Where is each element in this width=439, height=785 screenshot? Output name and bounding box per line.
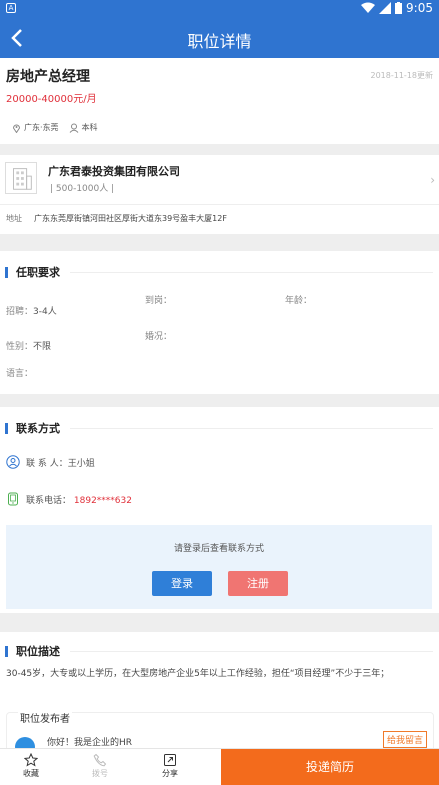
status-bar: A 9:05 bbox=[0, 0, 439, 18]
phone-label: 联系电话： bbox=[26, 495, 72, 506]
age-label: 年龄： bbox=[285, 296, 313, 306]
wifi-icon bbox=[361, 2, 376, 13]
section-accent-bar bbox=[5, 645, 8, 657]
contact-card: 联系方式 联 系 人：王小姐 联系电话： 1892****632 请登录后查看联… bbox=[0, 407, 439, 613]
contact-person-row: 联 系 人：王小姐 bbox=[6, 455, 95, 469]
share-icon bbox=[164, 754, 176, 766]
person-label: 联 系 人： bbox=[26, 458, 68, 469]
person-value: 王小姐 bbox=[67, 458, 95, 469]
company-card[interactable]: 广东君泰投资集团有限公司 | 500-1000人 | › 地址 广东东莞厚街镇河… bbox=[0, 155, 439, 234]
location-text: 广东·东莞 bbox=[24, 123, 59, 132]
job-title: 房地产总经理 bbox=[6, 69, 90, 85]
education-text: 本科 bbox=[81, 123, 98, 132]
phone-call-icon bbox=[93, 753, 107, 767]
publisher-title: 职位发布者 bbox=[18, 710, 72, 725]
updated-date: 2018-11-18更新 bbox=[370, 71, 434, 80]
share-label: 分享 bbox=[162, 769, 178, 778]
description-text: 30-45岁，大专或以上学历，在大型房地产企业5年以上工作经验，担任“项目经理”… bbox=[6, 669, 390, 679]
bottom-action-bar: 收藏 拨号 分享 投递简历 bbox=[0, 748, 439, 785]
divider bbox=[70, 650, 433, 652]
job-meta: 广东·东莞 本科 bbox=[12, 122, 98, 133]
login-prompt-box: 请登录后查看联系方式 登录 注册 bbox=[6, 525, 432, 609]
phone-value: 1892****632 bbox=[73, 495, 132, 506]
call-label: 拨号 bbox=[92, 769, 108, 778]
building-icon bbox=[5, 162, 37, 194]
publisher-message: 你好！我是企业的HR bbox=[47, 738, 133, 748]
favorite-label: 收藏 bbox=[23, 769, 39, 778]
login-button[interactable]: 登录 bbox=[152, 571, 212, 596]
contact-title: 联系方式 bbox=[16, 422, 60, 435]
phone-icon bbox=[8, 492, 18, 506]
education-tag: 本科 bbox=[69, 122, 98, 133]
description-header: 职位描述 bbox=[5, 643, 433, 659]
star-icon bbox=[24, 753, 38, 767]
divider bbox=[70, 271, 433, 273]
call-button[interactable]: 拨号 bbox=[75, 753, 125, 779]
address-label: 地址 bbox=[6, 214, 22, 223]
address-value: 广东东莞厚街镇河田社区厚街大道东39号盈丰大厦12F bbox=[34, 214, 227, 223]
divider bbox=[0, 204, 439, 205]
location-tag: 广东·东莞 bbox=[12, 122, 59, 133]
marital-item: 婚况： bbox=[145, 329, 172, 342]
language-label: 语言： bbox=[6, 369, 34, 379]
app-bar: 职位详情 bbox=[0, 18, 439, 58]
age-item: 年龄： bbox=[285, 293, 312, 306]
login-prompt-text: 请登录后查看联系方式 bbox=[173, 544, 264, 554]
leave-message-button[interactable]: 给我留言 bbox=[382, 731, 427, 748]
register-button[interactable]: 注册 bbox=[228, 571, 288, 596]
requirements-card: 任职要求 到岗： 年龄： 招聘：3-4人 婚况： 性别：不限 语言： bbox=[0, 251, 439, 394]
section-accent-bar bbox=[5, 266, 8, 278]
salary: 20000-40000元/月 bbox=[6, 94, 97, 105]
person-icon bbox=[6, 455, 20, 469]
gender-value: 不限 bbox=[33, 342, 52, 352]
requirements-title: 任职要求 bbox=[16, 266, 60, 279]
contact-phone-row: 联系电话： 1892****632 bbox=[6, 492, 132, 506]
company-size: | 500-1000人 | bbox=[50, 184, 115, 194]
section-accent-bar bbox=[5, 422, 8, 434]
clock: 9:05 bbox=[406, 1, 433, 15]
signal-icon bbox=[379, 2, 392, 14]
contact-header: 联系方式 bbox=[5, 420, 433, 436]
graduation-icon bbox=[69, 123, 78, 133]
page-title: 职位详情 bbox=[187, 32, 252, 51]
gender-label: 性别： bbox=[6, 342, 34, 352]
favorite-button[interactable]: 收藏 bbox=[6, 753, 56, 779]
apply-resume-button[interactable]: 投递简历 bbox=[221, 749, 439, 785]
chevron-right-icon[interactable]: › bbox=[430, 173, 435, 187]
battery-icon bbox=[395, 2, 403, 14]
arrival-item: 到岗： bbox=[145, 293, 172, 306]
marital-label: 婚况： bbox=[145, 332, 173, 342]
hire-item: 招聘：3-4人 bbox=[6, 304, 57, 317]
hire-label: 招聘： bbox=[6, 307, 34, 317]
language-item: 语言： bbox=[6, 366, 33, 379]
location-pin-icon bbox=[12, 124, 21, 133]
description-card: 职位描述 30-45岁，大专或以上学历，在大型房地产企业5年以上工作经验，担任“… bbox=[0, 632, 439, 757]
description-title: 职位描述 bbox=[16, 645, 60, 658]
gender-item: 性别：不限 bbox=[6, 339, 51, 352]
requirements-header: 任职要求 bbox=[5, 264, 433, 280]
divider bbox=[70, 427, 433, 429]
notification-icon: A bbox=[6, 3, 16, 13]
status-right: 9:05 bbox=[361, 1, 433, 15]
job-summary-card: 房地产总经理 2018-11-18更新 20000-40000元/月 广东·东莞… bbox=[0, 58, 439, 144]
hire-value: 3-4人 bbox=[33, 307, 57, 317]
share-button[interactable]: 分享 bbox=[145, 753, 195, 779]
arrival-label: 到岗： bbox=[145, 296, 173, 306]
company-name[interactable]: 广东君泰投资集团有限公司 bbox=[48, 163, 180, 179]
